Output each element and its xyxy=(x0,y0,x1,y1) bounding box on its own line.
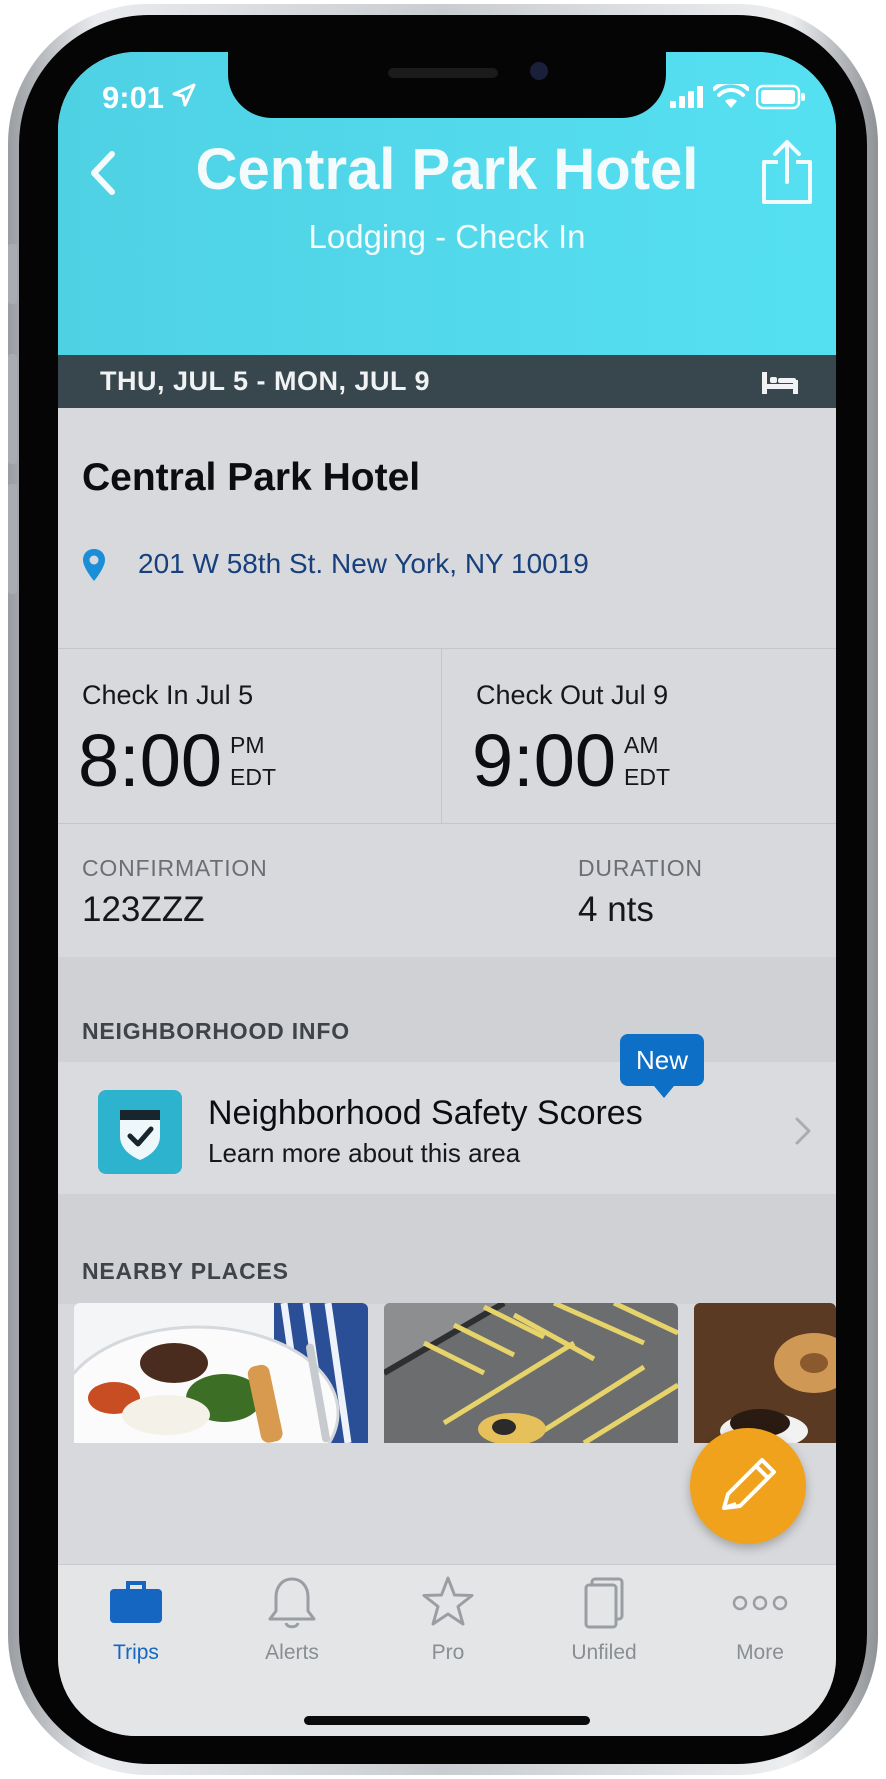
duration-label: DURATION xyxy=(578,855,703,881)
pencil-icon xyxy=(722,1458,776,1510)
documents-icon xyxy=(584,1577,624,1629)
edit-fab-button[interactable] xyxy=(690,1428,806,1544)
battery-icon xyxy=(756,84,805,110)
safety-scores-title: Neighborhood Safety Scores xyxy=(208,1094,643,1132)
new-badge: New xyxy=(620,1034,704,1098)
neighborhood-safety-row[interactable]: Neighborhood Safety Scores Learn more ab… xyxy=(58,1062,836,1194)
duration-value: 4 nts xyxy=(578,890,654,929)
map-pin-icon xyxy=(83,549,105,581)
page-subtitle: Lodging - Check In xyxy=(308,218,586,255)
shield-icon xyxy=(98,1090,182,1174)
content-scroll[interactable]: Central Park Hotel 201 W 58th St. New Yo… xyxy=(58,408,836,1443)
tab-unfiled[interactable]: Unfiled xyxy=(526,1565,682,1685)
tab-more[interactable]: More xyxy=(682,1565,836,1685)
check-out-time: 9:00 xyxy=(472,719,617,802)
tab-label: Alerts xyxy=(265,1641,319,1664)
star-icon xyxy=(422,1576,474,1626)
more-dots-icon xyxy=(732,1595,788,1611)
wifi-icon xyxy=(713,84,749,108)
cellular-signal-icon xyxy=(670,86,703,108)
nearby-place-thumbnail[interactable] xyxy=(694,1303,836,1443)
home-indicator[interactable] xyxy=(304,1716,590,1725)
confirmation-label: CONFIRMATION xyxy=(82,855,268,881)
check-in-time: 8:00 xyxy=(78,719,223,802)
check-in-timezone: EDT xyxy=(230,764,276,790)
stay-dates: THU, JUL 5 - MON, JUL 9 xyxy=(100,366,431,396)
location-arrow-icon xyxy=(172,83,196,107)
check-out-label: Check Out Jul 9 xyxy=(476,680,669,710)
tab-pro[interactable]: Pro xyxy=(370,1565,526,1685)
check-out-ampm: AM xyxy=(624,732,659,758)
back-button[interactable] xyxy=(78,146,132,200)
front-camera xyxy=(530,62,548,80)
volume-up-button xyxy=(8,354,17,464)
tab-bar: Trips Alerts Pro Unfiled More xyxy=(58,1564,836,1736)
hotel-name: Central Park Hotel xyxy=(82,456,421,499)
tab-trips[interactable]: Trips xyxy=(58,1565,214,1685)
speaker-grille xyxy=(388,68,498,78)
share-button[interactable] xyxy=(758,138,816,206)
bed-icon xyxy=(762,372,798,394)
tab-alerts[interactable]: Alerts xyxy=(214,1565,370,1685)
check-out-timezone: EDT xyxy=(624,764,670,790)
divider xyxy=(58,823,836,824)
section-gap xyxy=(58,957,836,1062)
briefcase-icon xyxy=(110,1581,162,1623)
chevron-right-icon xyxy=(795,1117,811,1145)
tab-label: Trips xyxy=(113,1641,159,1664)
bell-icon xyxy=(268,1577,316,1629)
nearby-place-thumbnail[interactable] xyxy=(384,1303,678,1443)
mute-switch xyxy=(8,244,17,304)
notch xyxy=(228,52,666,118)
divider xyxy=(441,648,442,823)
neighborhood-section-title: NEIGHBORHOOD INFO xyxy=(82,1018,350,1044)
check-in-label: Check In Jul 5 xyxy=(82,680,254,710)
nearby-section-title: NEARBY PLACES xyxy=(82,1258,289,1284)
section-gap xyxy=(58,1194,836,1304)
nearby-place-thumbnail[interactable] xyxy=(74,1303,368,1443)
tab-label: Pro xyxy=(431,1641,465,1664)
safety-scores-subtitle: Learn more about this area xyxy=(208,1138,521,1168)
tab-label: Unfiled xyxy=(571,1641,637,1664)
tab-label: More xyxy=(736,1641,784,1664)
hotel-address-link[interactable]: 201 W 58th St. New York, NY 10019 xyxy=(138,548,589,580)
check-in-ampm: PM xyxy=(230,732,265,758)
divider xyxy=(58,648,836,649)
date-bar: THU, JUL 5 - MON, JUL 9 xyxy=(58,355,836,408)
volume-down-button xyxy=(8,484,17,594)
page-title: Central Park Hotel xyxy=(195,137,699,202)
status-time: 9:01 xyxy=(102,80,165,115)
confirmation-value: 123ZZZ xyxy=(82,890,205,929)
